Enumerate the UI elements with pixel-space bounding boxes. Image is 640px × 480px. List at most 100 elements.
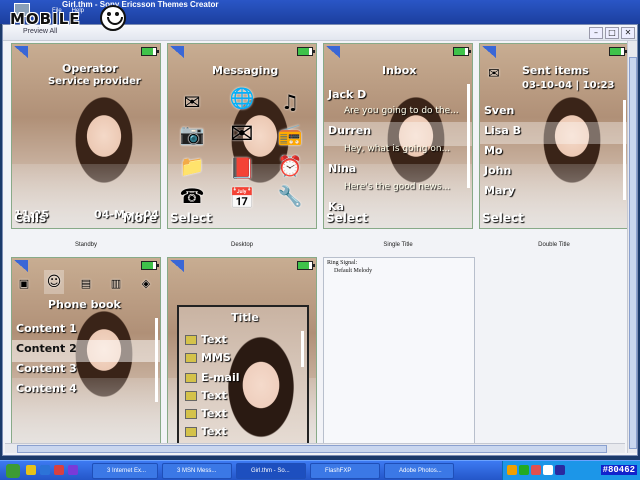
watermark-text: MOBILE <box>10 10 81 28</box>
calls-icon[interactable]: ☎ <box>178 184 206 208</box>
inbox-title: Inbox <box>382 64 417 77</box>
popup-item[interactable]: Text <box>185 333 227 346</box>
soft-right-label: More <box>122 211 157 225</box>
battery-icon <box>297 261 315 270</box>
folder-icon <box>185 409 197 419</box>
inbox-item-name[interactable]: Jack D <box>328 88 366 101</box>
phone-phonebook[interactable]: ▣ ☺ ▤ ▥ ◈ Phone book Content 1 Content 2… <box>11 257 161 447</box>
ring-signal-value: Default Melody <box>334 268 373 274</box>
minimize-button[interactable]: – <box>589 27 603 39</box>
settings-icon[interactable]: 🔧 <box>276 184 304 208</box>
list-scrollbar[interactable] <box>467 84 470 188</box>
popup-item[interactable]: E-mail <box>185 371 240 384</box>
popup-item-label: Text <box>201 425 227 438</box>
quicklaunch-icon[interactable] <box>40 465 50 475</box>
internet-icon[interactable]: 🌐 <box>228 86 256 110</box>
scroll-thumb[interactable] <box>629 57 637 449</box>
phonebook-icon[interactable]: 📕 <box>228 156 256 180</box>
sent-icon: ✉ <box>488 66 500 82</box>
signal-icon <box>170 46 184 58</box>
sent-item[interactable]: Lisa B <box>484 124 521 137</box>
taskbar: 3 Internet Ex... 3 MSN Mess... Girl.thm … <box>0 460 640 480</box>
ring-signal-label: Ring Signal: <box>327 260 358 266</box>
maximize-button[interactable]: □ <box>605 27 619 39</box>
sent-item[interactable]: Mary <box>484 184 515 197</box>
smiley-icon <box>100 5 126 31</box>
contact-item[interactable]: Content 2 <box>16 342 77 355</box>
signal-icon <box>482 46 496 58</box>
popup-title: Title <box>231 311 259 324</box>
tab-icon[interactable]: ▤ <box>76 272 96 296</box>
soft-left-label: Select <box>482 211 524 225</box>
folder-icon[interactable]: 📁 <box>178 154 206 178</box>
alarm-icon[interactable]: ⏰ <box>276 154 304 178</box>
popup-item-label: E-mail <box>201 371 240 384</box>
list-scrollbar[interactable] <box>155 318 158 402</box>
caption-desktop: Desktop <box>230 242 253 248</box>
contacts-tab-icon[interactable]: ☺ <box>44 270 64 294</box>
soft-left-label: Calls <box>14 211 47 225</box>
vertical-scrollbar[interactable] <box>627 41 637 453</box>
taskbar-button[interactable]: FlashFXP <box>310 463 380 479</box>
taskbar-button[interactable]: 3 MSN Mess... <box>162 463 232 479</box>
taskbar-button[interactable]: Girl.thm - So... <box>236 463 306 479</box>
radio-icon[interactable]: 📻 <box>276 122 304 146</box>
close-button[interactable]: ✕ <box>621 27 635 39</box>
quicklaunch-icon[interactable] <box>26 465 36 475</box>
popup-scrollbar[interactable] <box>301 331 304 367</box>
soft-left-label: Select <box>170 211 212 225</box>
phone-standby[interactable]: Operator Service provider 11:25 04-May-0… <box>11 43 161 229</box>
folder-icon <box>185 353 197 363</box>
horizontal-scrollbar[interactable] <box>5 443 625 453</box>
sent-item[interactable]: Sven <box>484 104 514 117</box>
folder-icon <box>185 335 197 345</box>
tab-icon[interactable]: ▥ <box>106 272 126 296</box>
battery-icon <box>141 261 159 270</box>
tray-clock: #80462 <box>600 465 637 475</box>
tray-icon[interactable] <box>543 465 553 475</box>
taskbar-button[interactable]: Adobe Photos... <box>384 463 454 479</box>
popup-item[interactable]: Text <box>185 389 227 402</box>
popup-item[interactable]: Text <box>185 425 227 438</box>
tray-icon[interactable] <box>531 465 541 475</box>
phone-single-title[interactable]: Inbox Jack D Are you going to do the... … <box>323 43 473 229</box>
folder-icon <box>185 373 197 383</box>
signal-icon <box>170 260 184 272</box>
tab-icon[interactable]: ▣ <box>14 272 34 296</box>
phone-double-title[interactable]: ✉ Sent items 03-10-04 | 10:23 Sven Lisa … <box>479 43 629 229</box>
quicklaunch-icon[interactable] <box>68 465 78 475</box>
start-icon[interactable] <box>6 464 20 478</box>
contact-item[interactable]: Content 4 <box>16 382 77 395</box>
contact-item[interactable]: Content 1 <box>16 322 77 335</box>
sent-item[interactable]: John <box>484 164 511 177</box>
inbox-item-preview: Hey, what is going on... <box>344 144 451 154</box>
popup-menu[interactable]: Title Text MMS E-mail Text Text Text <box>177 305 309 447</box>
desktop-icon-grid: ✉ 🌐 ♫ 📷 ✉ 📻 📁 📕 ⏰ ☎ 📅 🔧 <box>174 84 314 224</box>
ring-signal-panel: Ring Signal: Default Melody <box>323 257 475 447</box>
scroll-thumb[interactable] <box>17 445 607 453</box>
phone-desktop[interactable]: Messaging ✉ 🌐 ♫ 📷 ✉ 📻 📁 📕 ⏰ ☎ 📅 🔧 Select <box>167 43 317 229</box>
quicklaunch-icon[interactable] <box>54 465 64 475</box>
contact-item[interactable]: Content 3 <box>16 362 77 375</box>
phonebook-title: Phone book <box>48 298 121 311</box>
inbox-item-name[interactable]: Durren <box>328 124 371 137</box>
entertainment-icon[interactable]: ♫ <box>276 90 304 114</box>
signal-icon <box>14 260 28 272</box>
tab-icon[interactable]: ◈ <box>136 272 156 296</box>
tray-icon[interactable] <box>555 465 565 475</box>
taskbar-button[interactable]: 3 Internet Ex... <box>92 463 158 479</box>
camera-icon[interactable]: 📷 <box>178 122 206 146</box>
tray-icon[interactable] <box>507 465 517 475</box>
popup-item[interactable]: Text <box>185 407 227 420</box>
inbox-item-name[interactable]: Nina <box>328 162 356 175</box>
folder-icon <box>185 427 197 437</box>
folder-icon <box>185 391 197 401</box>
popup-item[interactable]: MMS <box>185 351 231 364</box>
sent-item[interactable]: Mo <box>484 144 503 157</box>
envelope-icon[interactable]: ✉ <box>228 120 256 148</box>
list-scrollbar[interactable] <box>623 100 626 200</box>
inbox-item-preview: Are you going to do the... <box>344 106 459 116</box>
tray-icon[interactable] <box>519 465 529 475</box>
calendar-icon[interactable]: 📅 <box>228 186 256 210</box>
messaging-icon[interactable]: ✉ <box>178 90 206 114</box>
